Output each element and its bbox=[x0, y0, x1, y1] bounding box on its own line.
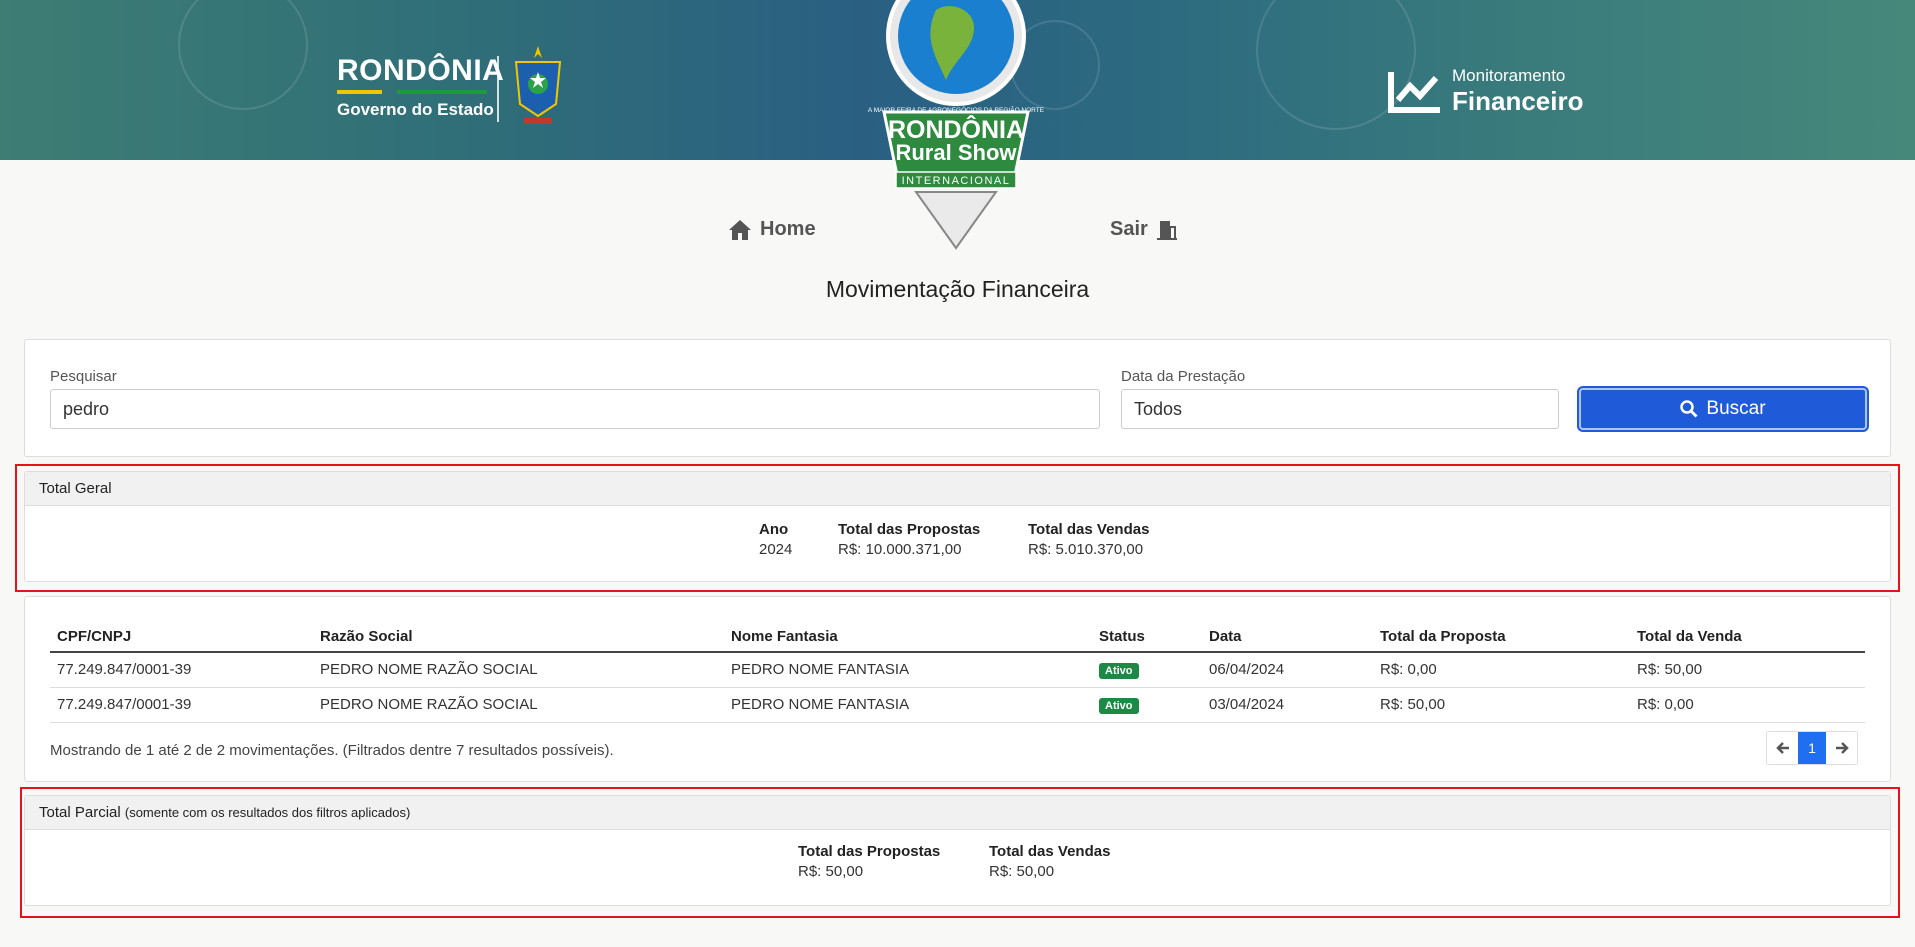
show-name-2: Rural Show bbox=[895, 140, 1017, 165]
col-status[interactable]: Status bbox=[1092, 621, 1202, 653]
cell-proposta: R$: 50,00 bbox=[1373, 687, 1630, 723]
cell-status: Ativo bbox=[1092, 687, 1202, 723]
arrow-left-icon bbox=[1775, 742, 1789, 754]
cell-fantasia: PEDRO NOME FANTASIA bbox=[724, 652, 1092, 688]
cell-fantasia: PEDRO NOME FANTASIA bbox=[724, 687, 1092, 723]
nav-logout-label: Sair bbox=[1110, 218, 1148, 240]
propostas-label: Total das Propostas bbox=[838, 521, 981, 538]
col-cpf[interactable]: CPF/CNPJ bbox=[50, 621, 313, 653]
parcial-propostas-value: R$: 50,00 bbox=[798, 863, 864, 880]
cell-status: Ativo bbox=[1092, 652, 1202, 688]
parcial-vendas-label: Total das Vendas bbox=[989, 843, 1111, 860]
monitoring-brand: Monitoramento Financeiro bbox=[1388, 66, 1583, 117]
vendas-stat: Total das Vendas R$: 5.010.370,00 bbox=[1028, 521, 1149, 558]
door-exit-icon bbox=[1156, 220, 1177, 240]
monitor-title: Financeiro bbox=[1452, 86, 1584, 116]
vendas-value: R$: 5.010.370,00 bbox=[1028, 541, 1144, 558]
rural-show-logo[interactable]: A MAIOR FEIRA DE AGRONEGÓCIOS DA REGIÃO … bbox=[826, 0, 1086, 255]
search-label: Pesquisar bbox=[50, 368, 117, 385]
col-data[interactable]: Data bbox=[1202, 621, 1373, 653]
ano-stat: Ano 2024 bbox=[759, 521, 792, 558]
show-badge: INTERNACIONAL bbox=[902, 175, 1011, 187]
show-tagline: A MAIOR FEIRA DE AGRONEGÓCIOS DA REGIÃO … bbox=[868, 105, 1045, 114]
coat-of-arms-icon bbox=[514, 46, 562, 124]
col-fantasia[interactable]: Nome Fantasia bbox=[724, 621, 1092, 653]
nav-home-label: Home bbox=[760, 218, 816, 240]
parcial-vendas-stat: Total das Vendas R$: 50,00 bbox=[989, 843, 1110, 880]
propostas-stat: Total das Propostas R$: 10.000.371,00 bbox=[838, 521, 980, 558]
table-row[interactable]: 77.249.847/0001-39 PEDRO NOME RAZÃO SOCI… bbox=[50, 652, 1865, 688]
gov-name: RONDÔNIA bbox=[337, 54, 505, 87]
col-razao[interactable]: Razão Social bbox=[313, 621, 724, 653]
cell-data: 06/04/2024 bbox=[1202, 652, 1373, 688]
results-table: CPF/CNPJ Razão Social Nome Fantasia Stat… bbox=[50, 621, 1865, 723]
cell-proposta: R$: 0,00 bbox=[1373, 652, 1630, 688]
search-input[interactable]: pedro bbox=[50, 389, 1100, 429]
nav-home-link[interactable]: Home bbox=[728, 218, 816, 241]
home-icon bbox=[729, 219, 751, 240]
cell-data: 03/04/2024 bbox=[1202, 687, 1373, 723]
cell-cpf: 77.249.847/0001-39 bbox=[50, 652, 313, 688]
table-header-row: CPF/CNPJ Razão Social Nome Fantasia Stat… bbox=[50, 621, 1865, 653]
next-page-button[interactable] bbox=[1826, 732, 1857, 764]
search-button[interactable]: Buscar bbox=[1579, 388, 1867, 430]
col-venda[interactable]: Total da Venda bbox=[1630, 621, 1865, 653]
date-select[interactable]: Todos bbox=[1121, 389, 1559, 429]
status-badge: Ativo bbox=[1099, 697, 1139, 714]
propostas-value: R$: 10.000.371,00 bbox=[838, 541, 962, 558]
cell-razao: PEDRO NOME RAZÃO SOCIAL bbox=[313, 652, 724, 688]
results-summary: Mostrando de 1 até 2 de 2 movimentações.… bbox=[50, 742, 614, 759]
vendas-label: Total das Vendas bbox=[1028, 521, 1150, 538]
page-button-current[interactable]: 1 bbox=[1798, 732, 1826, 764]
search-icon bbox=[1680, 400, 1698, 418]
arrow-right-icon bbox=[1835, 742, 1849, 754]
trending-chart-icon bbox=[1388, 71, 1440, 113]
cell-razao: PEDRO NOME RAZÃO SOCIAL bbox=[313, 687, 724, 723]
parcial-propostas-label: Total das Propostas bbox=[798, 843, 941, 860]
decor-circle bbox=[178, 0, 308, 110]
pagination: 1 bbox=[1766, 731, 1858, 765]
nav-logout-link[interactable]: Sair bbox=[1110, 218, 1178, 241]
page-title: Movimentação Financeira bbox=[825, 276, 1090, 302]
cell-venda: R$: 0,00 bbox=[1630, 687, 1865, 723]
date-label: Data da Prestação bbox=[1121, 368, 1246, 385]
search-button-label: Buscar bbox=[1706, 398, 1766, 419]
status-badge: Ativo bbox=[1099, 662, 1139, 679]
parcial-propostas-stat: Total das Propostas R$: 50,00 bbox=[798, 843, 940, 880]
prev-page-button[interactable] bbox=[1767, 732, 1798, 764]
logo-divider bbox=[497, 56, 499, 122]
cell-cpf: 77.249.847/0001-39 bbox=[50, 687, 313, 723]
col-proposta[interactable]: Total da Proposta bbox=[1373, 621, 1630, 653]
highlight-box bbox=[20, 787, 1900, 918]
parcial-vendas-value: R$: 50,00 bbox=[989, 863, 1055, 880]
flag-stripe bbox=[337, 90, 487, 94]
ano-label: Ano bbox=[759, 521, 789, 538]
government-logo[interactable]: RONDÔNIA Governo do Estado bbox=[337, 54, 504, 120]
cell-venda: R$: 50,00 bbox=[1630, 652, 1865, 688]
ano-value: 2024 bbox=[759, 541, 793, 558]
gov-subtitle: Governo do Estado bbox=[337, 100, 494, 119]
monitor-label: Monitoramento bbox=[1452, 66, 1566, 85]
table-row[interactable]: 77.249.847/0001-39 PEDRO NOME RAZÃO SOCI… bbox=[50, 687, 1865, 723]
